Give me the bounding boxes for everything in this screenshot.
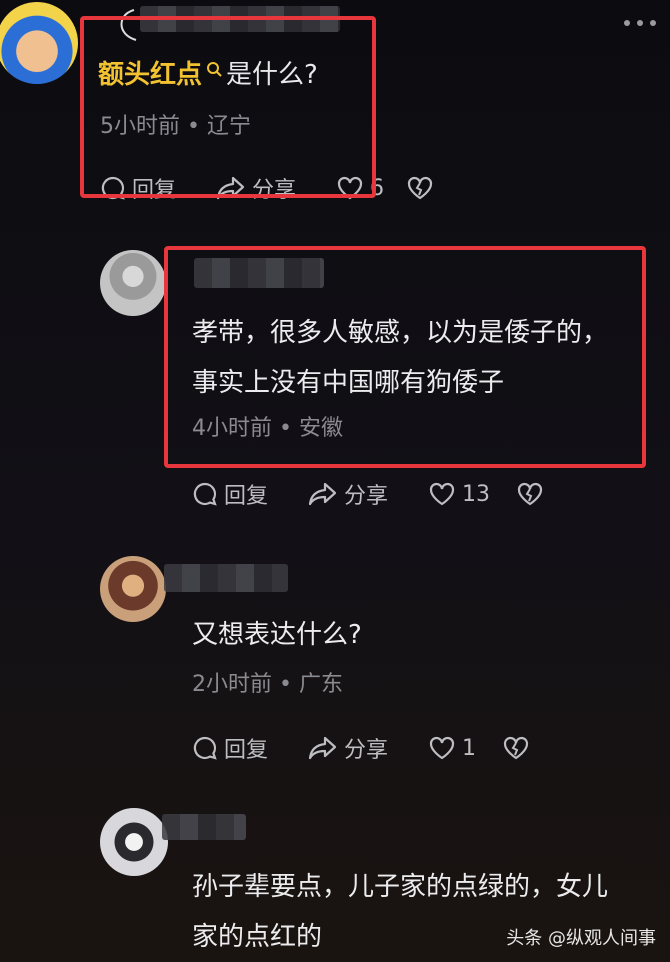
like-button[interactable]: 13 <box>428 481 490 507</box>
reply-label: 回复 <box>224 738 269 763</box>
dislike-button[interactable] <box>502 735 536 761</box>
avatar[interactable] <box>100 250 166 316</box>
username-blurred[interactable] <box>162 814 246 840</box>
comment-text: 又想表达什么? <box>192 620 362 650</box>
share-button[interactable]: 分享 <box>308 732 388 764</box>
avatar[interactable] <box>100 556 166 622</box>
like-count: 1 <box>462 735 477 761</box>
share-icon <box>308 482 337 506</box>
dislike-button[interactable] <box>406 175 440 201</box>
reply-button[interactable]: 回复 <box>192 478 268 510</box>
action-bar: 回复 分享 1 <box>192 732 576 764</box>
more-icon[interactable] <box>624 20 656 26</box>
reply-button[interactable]: 回复 <box>192 732 268 764</box>
action-bar: 回复 分享 13 <box>192 478 590 510</box>
comment-text-line2: 家的点红的 <box>192 922 323 952</box>
broken-heart-icon <box>517 482 543 506</box>
heart-icon <box>429 736 455 760</box>
like-count: 13 <box>462 481 491 507</box>
comment-meta: 2小时前 • 广东 <box>192 672 343 697</box>
share-label: 分享 <box>344 738 389 763</box>
avatar[interactable] <box>100 808 168 876</box>
broken-heart-icon <box>503 736 529 760</box>
reply-icon <box>193 482 217 506</box>
reply-label: 回复 <box>224 484 269 509</box>
like-button[interactable]: 1 <box>428 735 476 761</box>
comment-text-line1: 孙子辈要点，儿子家的点绿的，女儿 <box>192 872 609 902</box>
watermark: 头条 @纵观人间事 <box>506 928 656 949</box>
reply-icon <box>193 736 217 760</box>
broken-heart-icon <box>407 176 433 200</box>
heart-icon <box>429 482 455 506</box>
avatar[interactable] <box>0 2 78 84</box>
share-button[interactable]: 分享 <box>308 478 388 510</box>
highlight-box <box>164 246 646 468</box>
share-label: 分享 <box>344 484 389 509</box>
dislike-button[interactable] <box>516 481 550 507</box>
highlight-box <box>80 16 376 198</box>
share-icon <box>308 736 337 760</box>
username-blurred[interactable] <box>164 564 288 592</box>
